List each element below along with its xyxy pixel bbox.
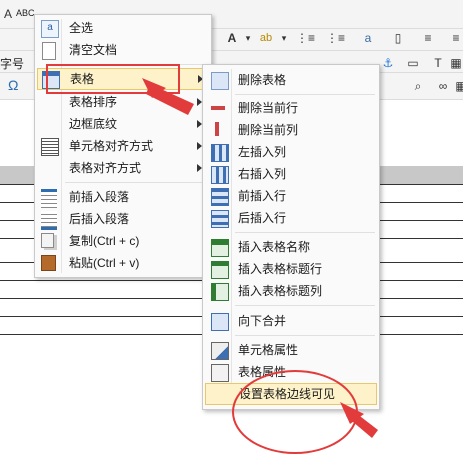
annotation-arrows xyxy=(142,78,378,438)
